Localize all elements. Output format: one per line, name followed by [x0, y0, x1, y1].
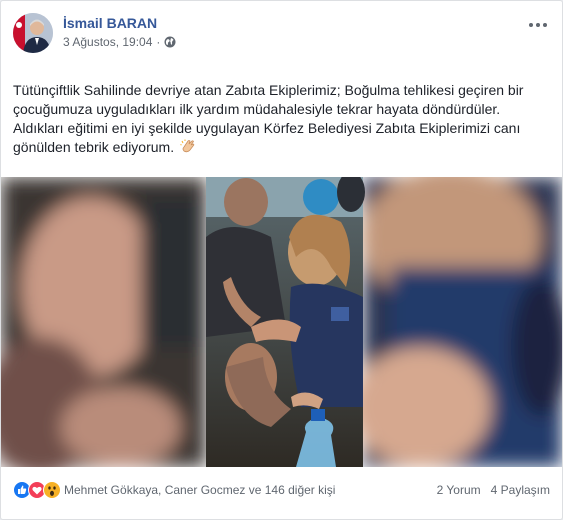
author-name[interactable]: İsmail BARAN: [63, 15, 157, 31]
post-header: İsmail BARAN 3 Ağustos, 19:04 ·: [13, 13, 550, 63]
author-avatar[interactable]: [13, 13, 53, 53]
post-meta: 3 Ağustos, 19:04 ·: [63, 35, 176, 49]
reaction-icons[interactable]: [13, 481, 61, 499]
globe-icon[interactable]: [164, 36, 176, 48]
more-options-icon[interactable]: [526, 15, 550, 35]
post-photo[interactable]: [1, 177, 562, 467]
post-date[interactable]: 3 Ağustos, 19:04: [63, 35, 152, 49]
facebook-post: İsmail BARAN 3 Ağustos, 19:04 · Tütünçif…: [0, 0, 563, 520]
more-dot: [543, 23, 547, 27]
engagement-counts: 2 Yorum 4 Paylaşım: [437, 483, 550, 497]
post-text-body: Tütünçiftlik Sahilinde devriye atan Zabı…: [13, 82, 524, 155]
post-text: Tütünçiftlik Sahilinde devriye atan Zabı…: [13, 81, 553, 159]
more-dot: [536, 23, 540, 27]
wow-reaction-icon: [43, 481, 61, 499]
rescue-photo-image: [1, 177, 562, 467]
clapping-hands-icon: [180, 138, 196, 159]
shares-count-link[interactable]: 4 Paylaşım: [491, 483, 550, 497]
avatar-portrait-icon: [13, 13, 53, 53]
meta-separator: ·: [156, 35, 161, 49]
more-dot: [529, 23, 533, 27]
reactions-bar: Mehmet Gökkaya, Caner Gocmez ve 146 diğe…: [13, 476, 550, 504]
comments-count-link[interactable]: 2 Yorum: [437, 483, 481, 497]
reaction-names[interactable]: Mehmet Gökkaya, Caner Gocmez ve 146 diğe…: [64, 483, 335, 497]
